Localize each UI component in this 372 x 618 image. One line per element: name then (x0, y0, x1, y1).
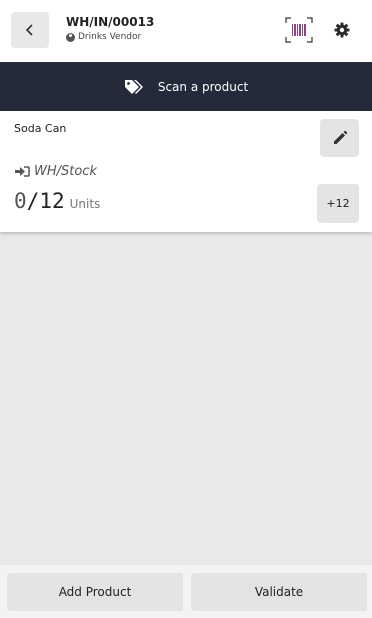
validate-button[interactable]: Validate (191, 573, 367, 611)
footer-bar: Add Product Validate (0, 565, 372, 618)
pencil-icon (333, 130, 347, 144)
tags-icon (124, 79, 143, 94)
settings-button[interactable] (331, 19, 353, 41)
move-line-card[interactable]: Soda Can WH/Stock 0 / 12 Units +12 (0, 111, 372, 232)
user-circle-icon (66, 32, 75, 42)
header-titles: WH/IN/00013 Drinks Vendor (66, 15, 154, 42)
edit-line-button[interactable] (320, 119, 359, 157)
scan-product-label: Scan a product (157, 79, 249, 94)
product-name: Soda Can (14, 122, 67, 135)
sign-in-icon (15, 166, 30, 177)
top-header: WH/IN/00013 Drinks Vendor (0, 0, 372, 62)
barcode-scan-button[interactable] (284, 16, 314, 44)
chevron-left-icon (25, 24, 33, 36)
quantity-done: 0 (14, 189, 27, 213)
back-button[interactable] (11, 12, 49, 48)
quantity-display: 0 / 12 Units (14, 189, 100, 213)
vendor-name: Drinks Vendor (78, 32, 142, 42)
quantity-unit: Units (69, 197, 101, 211)
location-name: WH/Stock (34, 164, 97, 179)
vendor-info: Drinks Vendor (66, 32, 154, 42)
add-product-button[interactable]: Add Product (7, 573, 183, 611)
scan-product-banner: Scan a product (0, 62, 372, 111)
quantity-separator: / (26, 189, 40, 213)
quantity-demand: 12 (39, 189, 65, 213)
increment-quantity-button[interactable]: +12 (317, 184, 359, 223)
gear-icon (334, 22, 350, 38)
barcode-icon (285, 17, 313, 43)
source-location: WH/Stock (15, 164, 97, 179)
page-title: WH/IN/00013 (66, 15, 155, 29)
